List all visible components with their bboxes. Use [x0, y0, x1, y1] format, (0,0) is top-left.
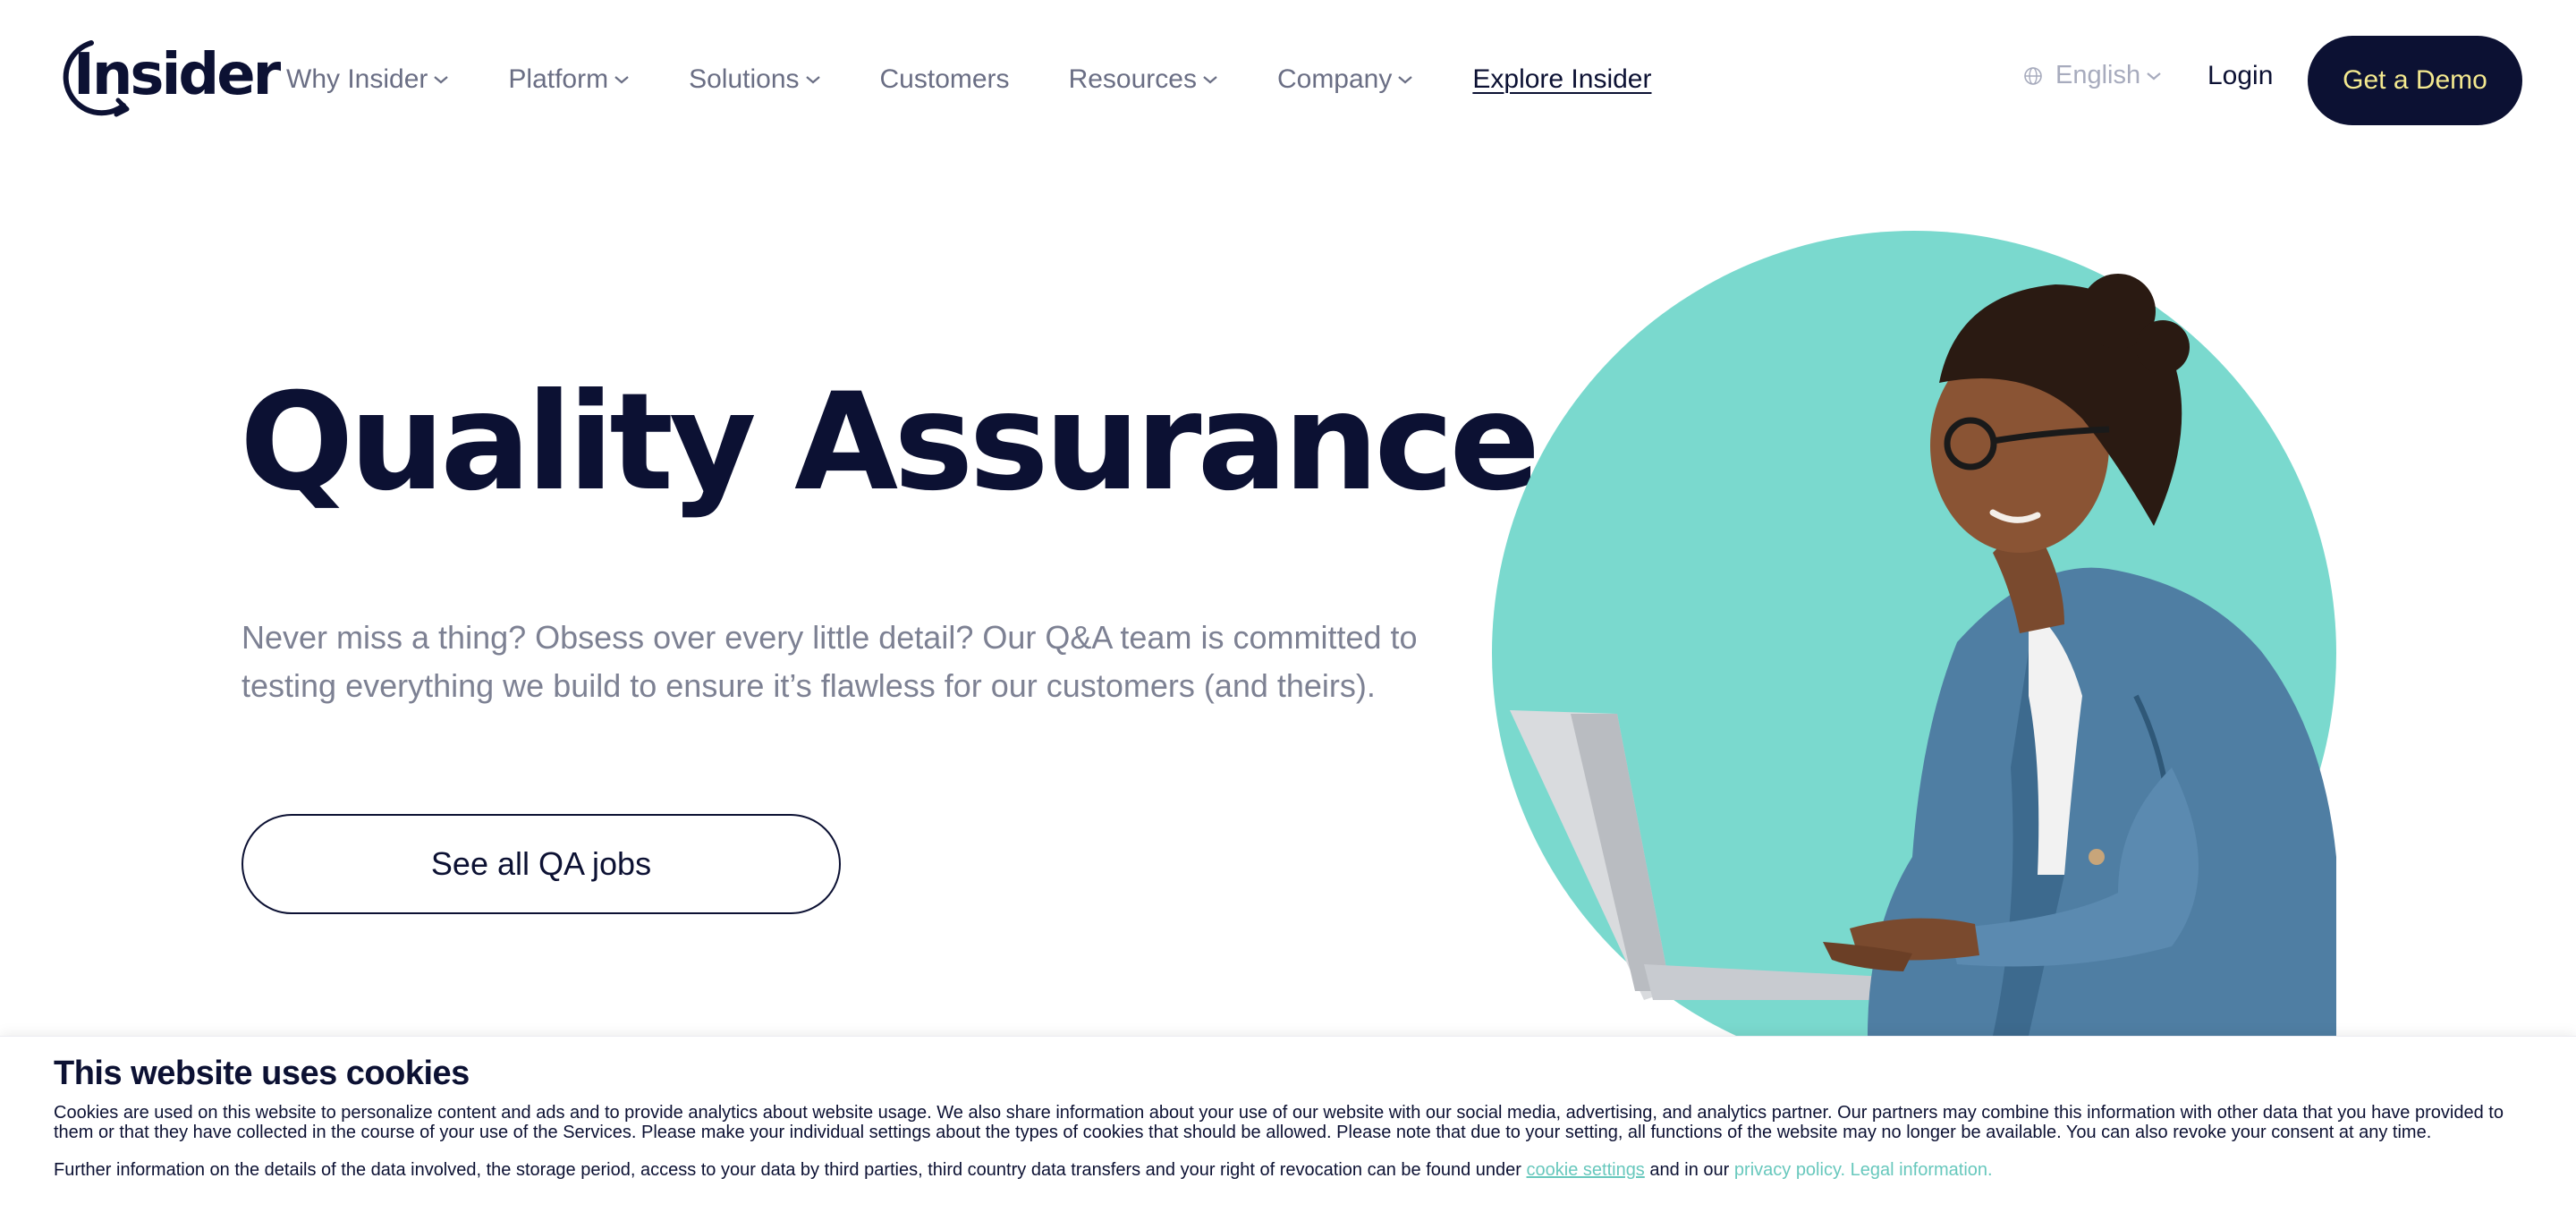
chevron-down-icon [1398, 76, 1413, 84]
nav-explore-insider[interactable]: Explore Insider [1472, 64, 1651, 95]
cookie-banner-title: This website uses cookies [54, 1055, 470, 1092]
cookie-further-prefix: Further information on the details of th… [54, 1160, 1521, 1180]
nav-why-insider[interactable]: Why Insider [286, 64, 449, 95]
get-a-demo-button[interactable]: Get a Demo [2308, 36, 2522, 125]
chevron-down-icon [2147, 72, 2161, 80]
chevron-down-icon [805, 76, 820, 84]
chevron-down-icon [434, 76, 449, 84]
language-selector[interactable]: English [2023, 61, 2162, 90]
cookie-settings-link[interactable]: cookie settings [1527, 1160, 1645, 1180]
nav-label: Why Insider [286, 64, 428, 94]
page-title: Quality Assurance [240, 365, 1540, 521]
hero-description: Never miss a thing? Obsess over every li… [242, 619, 1418, 704]
legal-information-link[interactable]: Legal information. [1851, 1160, 1993, 1180]
nav-customers[interactable]: Customers [880, 64, 1010, 95]
nav-solutions[interactable]: Solutions [689, 64, 820, 95]
cookie-further-info: Further information on the details of th… [54, 1160, 1993, 1181]
nav-resources[interactable]: Resources [1069, 64, 1218, 95]
nav-label: Customers [879, 64, 1010, 94]
nav-label: Company [1276, 64, 1393, 94]
cookie-further-middle: and in our [1649, 1160, 1730, 1180]
nav-label: Platform [508, 64, 609, 94]
site-header: Insider Why Insider Platform Solutions C… [0, 0, 2576, 161]
privacy-policy-link[interactable]: privacy policy. [1734, 1160, 1845, 1180]
nav-label: Resources [1068, 64, 1197, 94]
language-label: English [2055, 61, 2141, 89]
chevron-down-icon [614, 76, 629, 84]
globe-icon [2024, 66, 2042, 85]
chevron-down-icon [1203, 76, 1217, 84]
nav-platform[interactable]: Platform [508, 64, 630, 95]
nav-label: Explore Insider [1472, 64, 1652, 94]
hero-image [1492, 231, 2336, 1040]
login-link[interactable]: Login [2207, 61, 2273, 91]
nav-label: Solutions [689, 64, 800, 94]
logo-wordmark: Insider [73, 42, 281, 108]
main-nav: Why Insider Platform Solutions Customers… [286, 57, 1710, 102]
woman-with-laptop-illustration [1492, 231, 2336, 1036]
cookie-banner: This website uses cookies Cookies are us… [0, 1036, 2576, 1229]
nav-company[interactable]: Company [1277, 64, 1413, 95]
insider-logo[interactable]: Insider [55, 38, 281, 123]
cookie-banner-text: Cookies are used on this website to pers… [54, 1103, 2504, 1142]
see-all-qa-jobs-button[interactable]: See all QA jobs [242, 814, 841, 914]
